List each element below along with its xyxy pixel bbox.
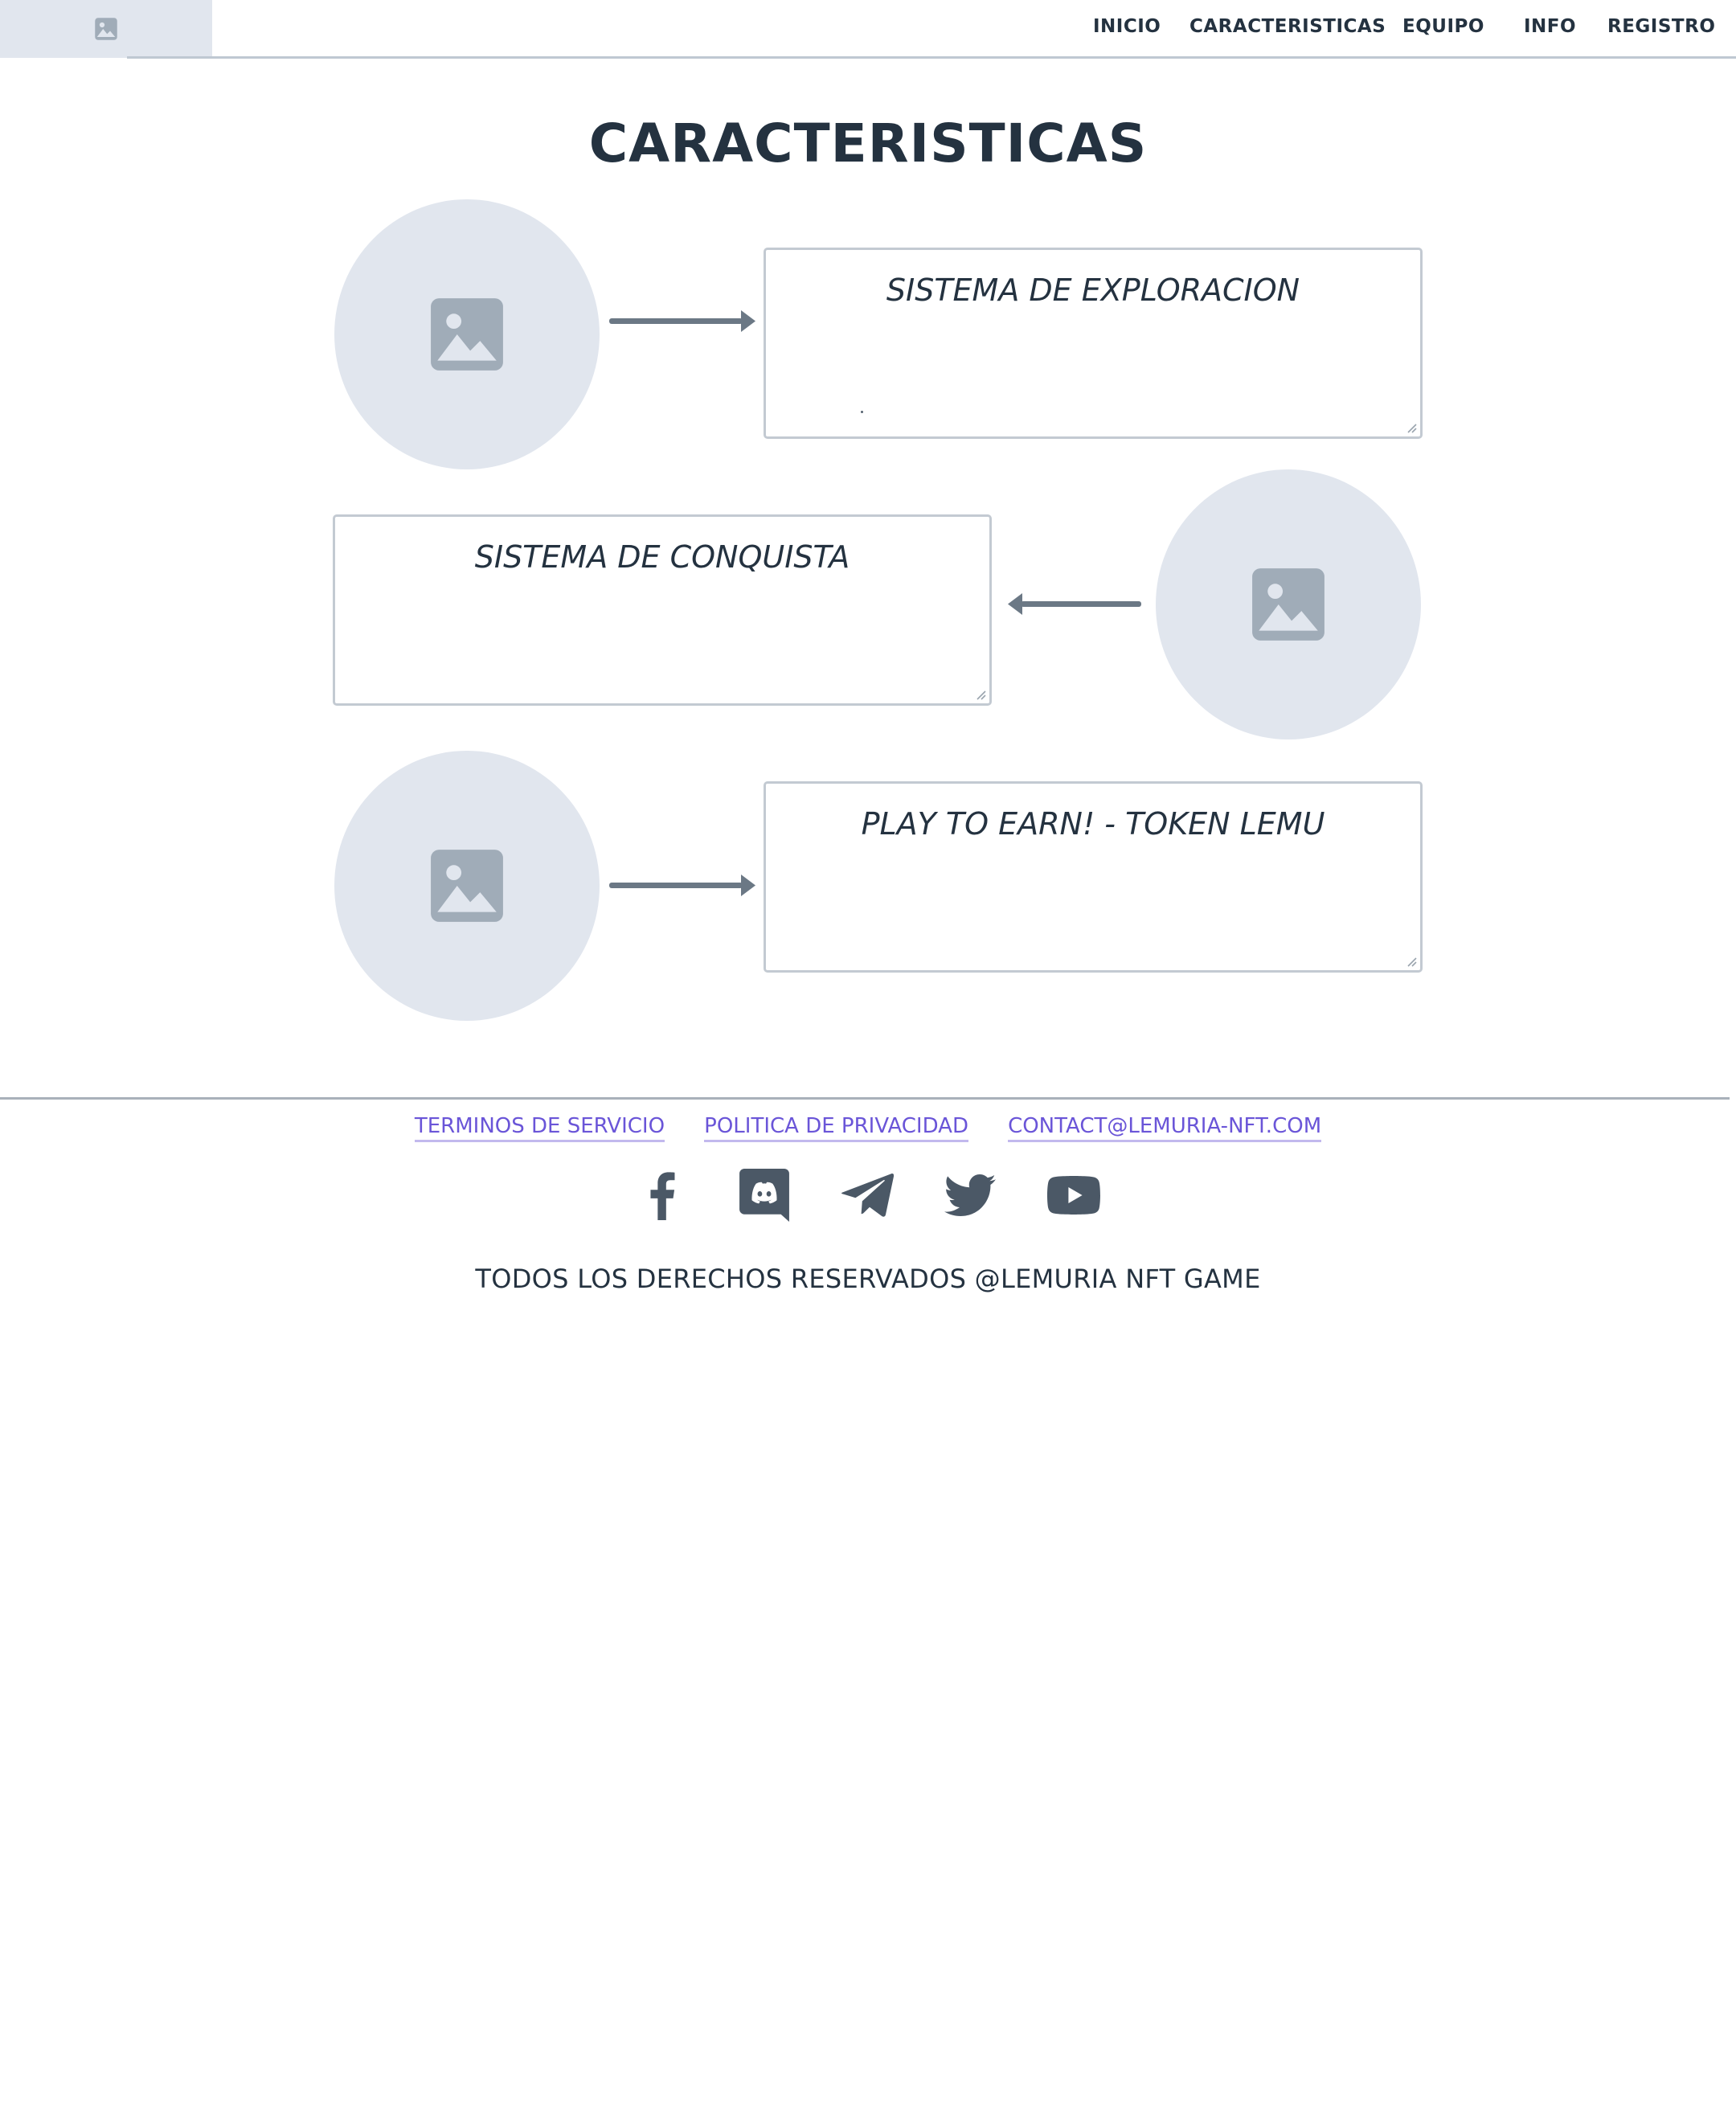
resize-grip-icon[interactable] [1404, 420, 1417, 433]
feature-image-1 [334, 199, 600, 469]
feature-title-2: SISTEMA DE CONQUISTA [474, 539, 850, 575]
footer-link-terminos[interactable]: TERMINOS DE SERVICIO [414, 1114, 665, 1142]
nav-item-inicio[interactable]: INICIO [1093, 16, 1161, 37]
section-title: CARACTERISTICAS [588, 113, 1148, 174]
footer-links: TERMINOS DE SERVICIO POLITICA DE PRIVACI… [0, 1114, 1736, 1142]
feature-textarea-1[interactable]: SISTEMA DE EXPLORACION [764, 248, 1423, 439]
nav-item-equipo[interactable]: EQUIPO [1402, 16, 1484, 37]
navbar-divider [127, 56, 1736, 59]
nav-item-registro[interactable]: REGISTRO [1607, 16, 1715, 37]
footer-divider [0, 1097, 1730, 1100]
discord-icon[interactable] [736, 1167, 792, 1223]
image-placeholder-icon [431, 298, 503, 371]
telegram-icon[interactable] [839, 1167, 895, 1223]
arrow-right-icon [609, 310, 755, 332]
feature-title-3: PLAY TO EARN! - TOKEN LEMU [861, 806, 1325, 842]
text-cursor-mark [861, 411, 863, 413]
footer-link-privacidad[interactable]: POLITICA DE PRIVACIDAD [704, 1114, 968, 1142]
twitter-icon[interactable] [942, 1167, 998, 1223]
nav-menu: INICIO CARACTERISTICAS EQUIPO INFO REGIS… [0, 0, 1736, 56]
arrow-right-icon [609, 875, 755, 896]
feature-image-2 [1156, 469, 1421, 739]
navbar: INICIO CARACTERISTICAS EQUIPO INFO REGIS… [0, 0, 1736, 59]
feature-textarea-3[interactable]: PLAY TO EARN! - TOKEN LEMU [764, 781, 1423, 973]
resize-grip-icon[interactable] [973, 687, 986, 700]
arrow-left-icon [1008, 593, 1141, 615]
copyright-text: TODOS LOS DERECHOS RESERVADOS @LEMURIA N… [475, 1264, 1261, 1294]
youtube-icon[interactable] [1046, 1167, 1102, 1223]
image-placeholder-icon [431, 850, 503, 922]
resize-grip-icon[interactable] [1404, 954, 1417, 967]
feature-title-1: SISTEMA DE EXPLORACION [886, 272, 1300, 308]
feature-textarea-2[interactable]: SISTEMA DE CONQUISTA [333, 514, 992, 706]
facebook-icon[interactable] [633, 1167, 690, 1223]
nav-item-caracteristicas[interactable]: CARACTERISTICAS [1189, 16, 1386, 37]
image-placeholder-icon [1252, 568, 1325, 641]
feature-image-3 [334, 751, 600, 1021]
footer-link-contact[interactable]: CONTACT@LEMURIA-NFT.COM [1008, 1114, 1322, 1142]
nav-item-info[interactable]: INFO [1524, 16, 1576, 37]
